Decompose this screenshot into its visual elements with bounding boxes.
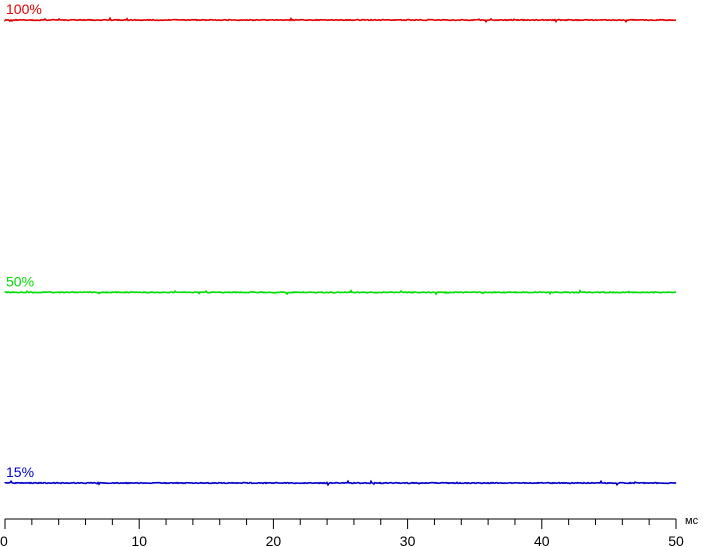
- series-label-50-percent: 50%: [6, 273, 34, 289]
- series-label-15-percent: 15%: [6, 464, 34, 480]
- x-tick-label: 50: [668, 533, 684, 547]
- x-axis: 0 10 20 30 40 50 мс: [0, 515, 699, 547]
- series-line-100-percent: [4, 16, 677, 24]
- x-tick-label: 40: [534, 533, 550, 547]
- series-label-100-percent: 100%: [6, 1, 42, 17]
- x-axis-unit-label: мс: [685, 515, 699, 527]
- oscillogram-chart: 100% 50% 15% 0 10 20 30 40 50 мс: [0, 1, 699, 547]
- series-layer: 100% 50% 15%: [4, 1, 677, 487]
- x-tick-label: 0: [0, 533, 8, 547]
- x-tick-label: 30: [400, 533, 416, 547]
- x-axis-ticks: 0 10 20 30 40 50: [0, 519, 684, 547]
- series-line-15-percent: [4, 479, 677, 487]
- x-tick-label: 20: [266, 533, 282, 547]
- series-line-50-percent: [4, 289, 677, 296]
- x-tick-label: 10: [131, 533, 147, 547]
